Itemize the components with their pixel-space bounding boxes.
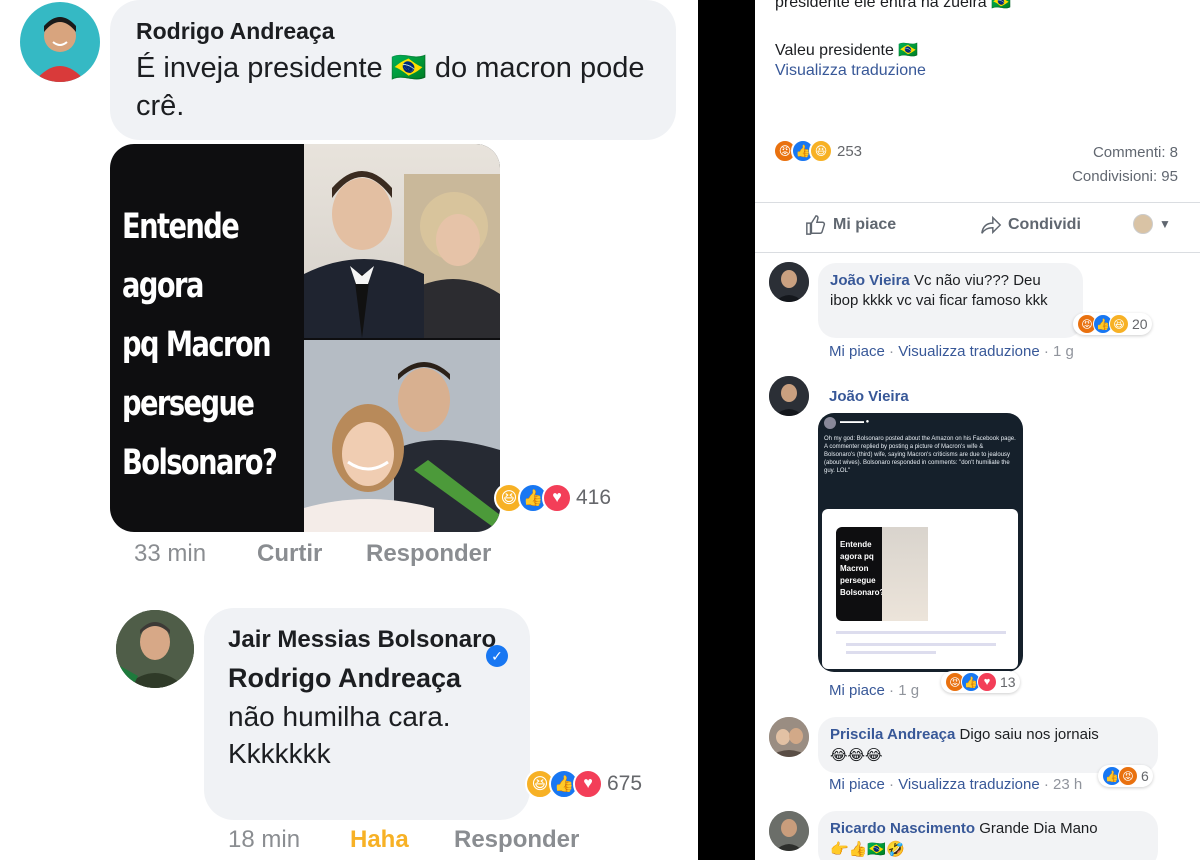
meme-caption: Entende agora pq Macron persegue Bolsona…	[110, 144, 304, 532]
meme-line: Bolsonaro?	[122, 443, 278, 483]
post-text: Valeu presidente 🇧🇷	[775, 42, 919, 59]
like-link[interactable]: Mi piace	[829, 776, 885, 793]
post-reaction-summary[interactable]: 😡 👍 😆 253	[773, 139, 862, 163]
embedded-reply-line	[846, 643, 996, 646]
reply-bubble: Jair Messias Bolsonaro Rodrigo Andreaça …	[204, 608, 530, 820]
verified-badge-icon: ✓	[486, 645, 508, 667]
love-reaction-icon: ♥	[573, 769, 603, 799]
translate-link[interactable]: Visualizza traduzione	[775, 62, 926, 80]
avatar[interactable]	[769, 262, 809, 302]
reply-link[interactable]: Responder	[366, 540, 491, 568]
comment-bubble: Ricardo Nascimento Grande Dia Mano 👉👍🇧🇷🤣	[818, 811, 1158, 860]
avatar[interactable]	[769, 717, 809, 757]
avatar[interactable]	[769, 376, 809, 416]
like-link[interactable]: Mi piace	[829, 343, 885, 360]
shares-count[interactable]: Condivisioni: 95	[1072, 168, 1178, 185]
tweet-avatar-icon	[824, 417, 836, 429]
comment-actions: Mi piace · Visualizza traduzione · 23 h	[829, 776, 1083, 793]
comment-text: não humilha cara.	[228, 701, 451, 732]
embedded-reply-line	[836, 631, 1006, 634]
meme-photo-macron	[304, 144, 500, 338]
avatar[interactable]	[769, 811, 809, 851]
comment-author[interactable]: Jair Messias Bolsonaro	[228, 624, 506, 656]
reaction-summary[interactable]: 😆 👍 ♥ 416	[494, 483, 611, 513]
comment-emoji: 😂😂😂	[830, 746, 883, 764]
post-text: presidente ele entra na zueira 🇧🇷	[775, 0, 1012, 11]
share-button-label: Condividi	[1008, 216, 1081, 233]
tweet-text: Oh my god: Bolsonaro posted about the Am…	[824, 436, 1016, 474]
comment-timestamp[interactable]: 1 g	[1053, 343, 1074, 360]
embedded-reply-line	[846, 651, 936, 654]
meme-photo-bolsonaro	[304, 340, 500, 532]
comment-emoji: 👉👍🇧🇷🤣	[830, 840, 905, 858]
haha-reaction-icon: 😆	[809, 139, 833, 163]
translate-link[interactable]: Visualizza traduzione	[898, 343, 1039, 360]
translate-link[interactable]: Visualizza traduzione	[898, 776, 1039, 793]
avatar[interactable]	[116, 610, 194, 688]
avatar[interactable]	[20, 2, 100, 82]
comment-text: Grande Dia Mano	[979, 820, 1098, 837]
reaction-count: 416	[576, 486, 612, 509]
like-link[interactable]: Curtir	[257, 540, 322, 568]
comment-text: É inveja presidente 🇧🇷 do macron pode cr…	[136, 52, 645, 122]
comment-author[interactable]: João Vieira	[830, 272, 910, 289]
meme-line: persegue	[122, 384, 255, 424]
reply-link[interactable]: Responder	[454, 826, 579, 854]
share-arrow-icon	[981, 215, 1002, 235]
like-button[interactable]: Mi piace	[805, 214, 896, 236]
reaction-summary[interactable]: 😆 👍 ♥ 675	[525, 769, 642, 799]
comment-bubble: João Vieira Vc não viu??? Deu ibop kkkk …	[818, 263, 1083, 338]
like-link[interactable]: Mi piace	[829, 682, 885, 699]
comment-mention[interactable]: Rodrigo Andreaça	[228, 658, 506, 698]
haha-reaction-icon: 😆	[1109, 314, 1129, 334]
left-mobile-panel: Rodrigo Andreaça É inveja presidente 🇧🇷 …	[0, 0, 698, 860]
comment-timestamp[interactable]: 18 min	[228, 826, 300, 854]
comment-text: Digo saiu nos jornais	[959, 726, 1099, 743]
meme-image[interactable]: Entende agora pq Macron persegue Bolsona…	[110, 144, 500, 532]
tweet-screenshot-image[interactable]: ▬▬▬▬ ● Oh my god: Bolsonaro posted about…	[818, 413, 1023, 672]
reaction-count: 6	[1141, 768, 1149, 784]
divider	[755, 252, 1200, 253]
right-desktop-panel: presidente ele entra na zueira 🇧🇷 Valeu …	[755, 0, 1200, 860]
reaction-count: 675	[607, 772, 643, 795]
comment-actions: Mi piace · Visualizza traduzione · 1 g	[829, 343, 1074, 360]
comments-count[interactable]: Commenti: 8	[1093, 144, 1178, 161]
embedded-meme-photo	[882, 527, 928, 621]
comment-timestamp[interactable]: 1 g	[898, 682, 919, 699]
post-as-selector[interactable]: ▼	[1133, 214, 1171, 234]
comment-timestamp[interactable]: 33 min	[134, 540, 206, 568]
embedded-fb-screenshot: Entende agora pq Macron persegue Bolsona…	[822, 509, 1018, 669]
comment-actions: Mi piace · 1 g	[829, 682, 920, 699]
comment-bubble: Rodrigo Andreaça É inveja presidente 🇧🇷 …	[110, 0, 676, 140]
reaction-summary[interactable]: 😡 👍 😆 20	[1073, 313, 1152, 335]
love-reaction-icon: ♥	[977, 672, 997, 692]
embedded-meme-text: Entende agora pq Macron persegue Bolsona…	[840, 540, 885, 597]
meme-line: Entende	[122, 207, 240, 247]
chevron-down-icon: ▼	[1159, 217, 1171, 231]
divider	[755, 202, 1200, 203]
love-reaction-icon: ♥	[542, 483, 572, 513]
comment-author[interactable]: Priscila Andreaça	[830, 726, 955, 743]
tweet-handle: ▬▬▬▬ ●	[840, 419, 870, 425]
like-button-label: Mi piace	[833, 216, 897, 233]
comment-author[interactable]: Rodrigo Andreaça	[136, 18, 650, 45]
angry-reaction-icon: 😡	[1118, 766, 1138, 786]
share-button[interactable]: Condividi	[980, 214, 1081, 236]
reaction-count: 253	[837, 142, 863, 160]
meme-line: agora	[122, 266, 204, 306]
comment-author[interactable]: Ricardo Nascimento	[830, 820, 975, 837]
comment-author[interactable]: João Vieira	[829, 388, 909, 405]
meme-line: pq Macron	[122, 325, 272, 365]
comment-timestamp[interactable]: 23 h	[1053, 776, 1082, 793]
viewer-avatar-icon	[1133, 214, 1153, 234]
thumbs-up-icon	[806, 215, 826, 235]
reaction-count: 13	[1000, 674, 1016, 690]
reaction-count: 20	[1132, 316, 1148, 332]
reaction-summary[interactable]: 😡 👍 ♥ 13	[941, 671, 1020, 693]
reaction-summary[interactable]: 👍 😡 6	[1098, 765, 1153, 787]
haha-link[interactable]: Haha	[350, 826, 409, 854]
embedded-meme: Entende agora pq Macron persegue Bolsona…	[836, 527, 928, 621]
comment-text: Kkkkkkk	[228, 738, 331, 769]
